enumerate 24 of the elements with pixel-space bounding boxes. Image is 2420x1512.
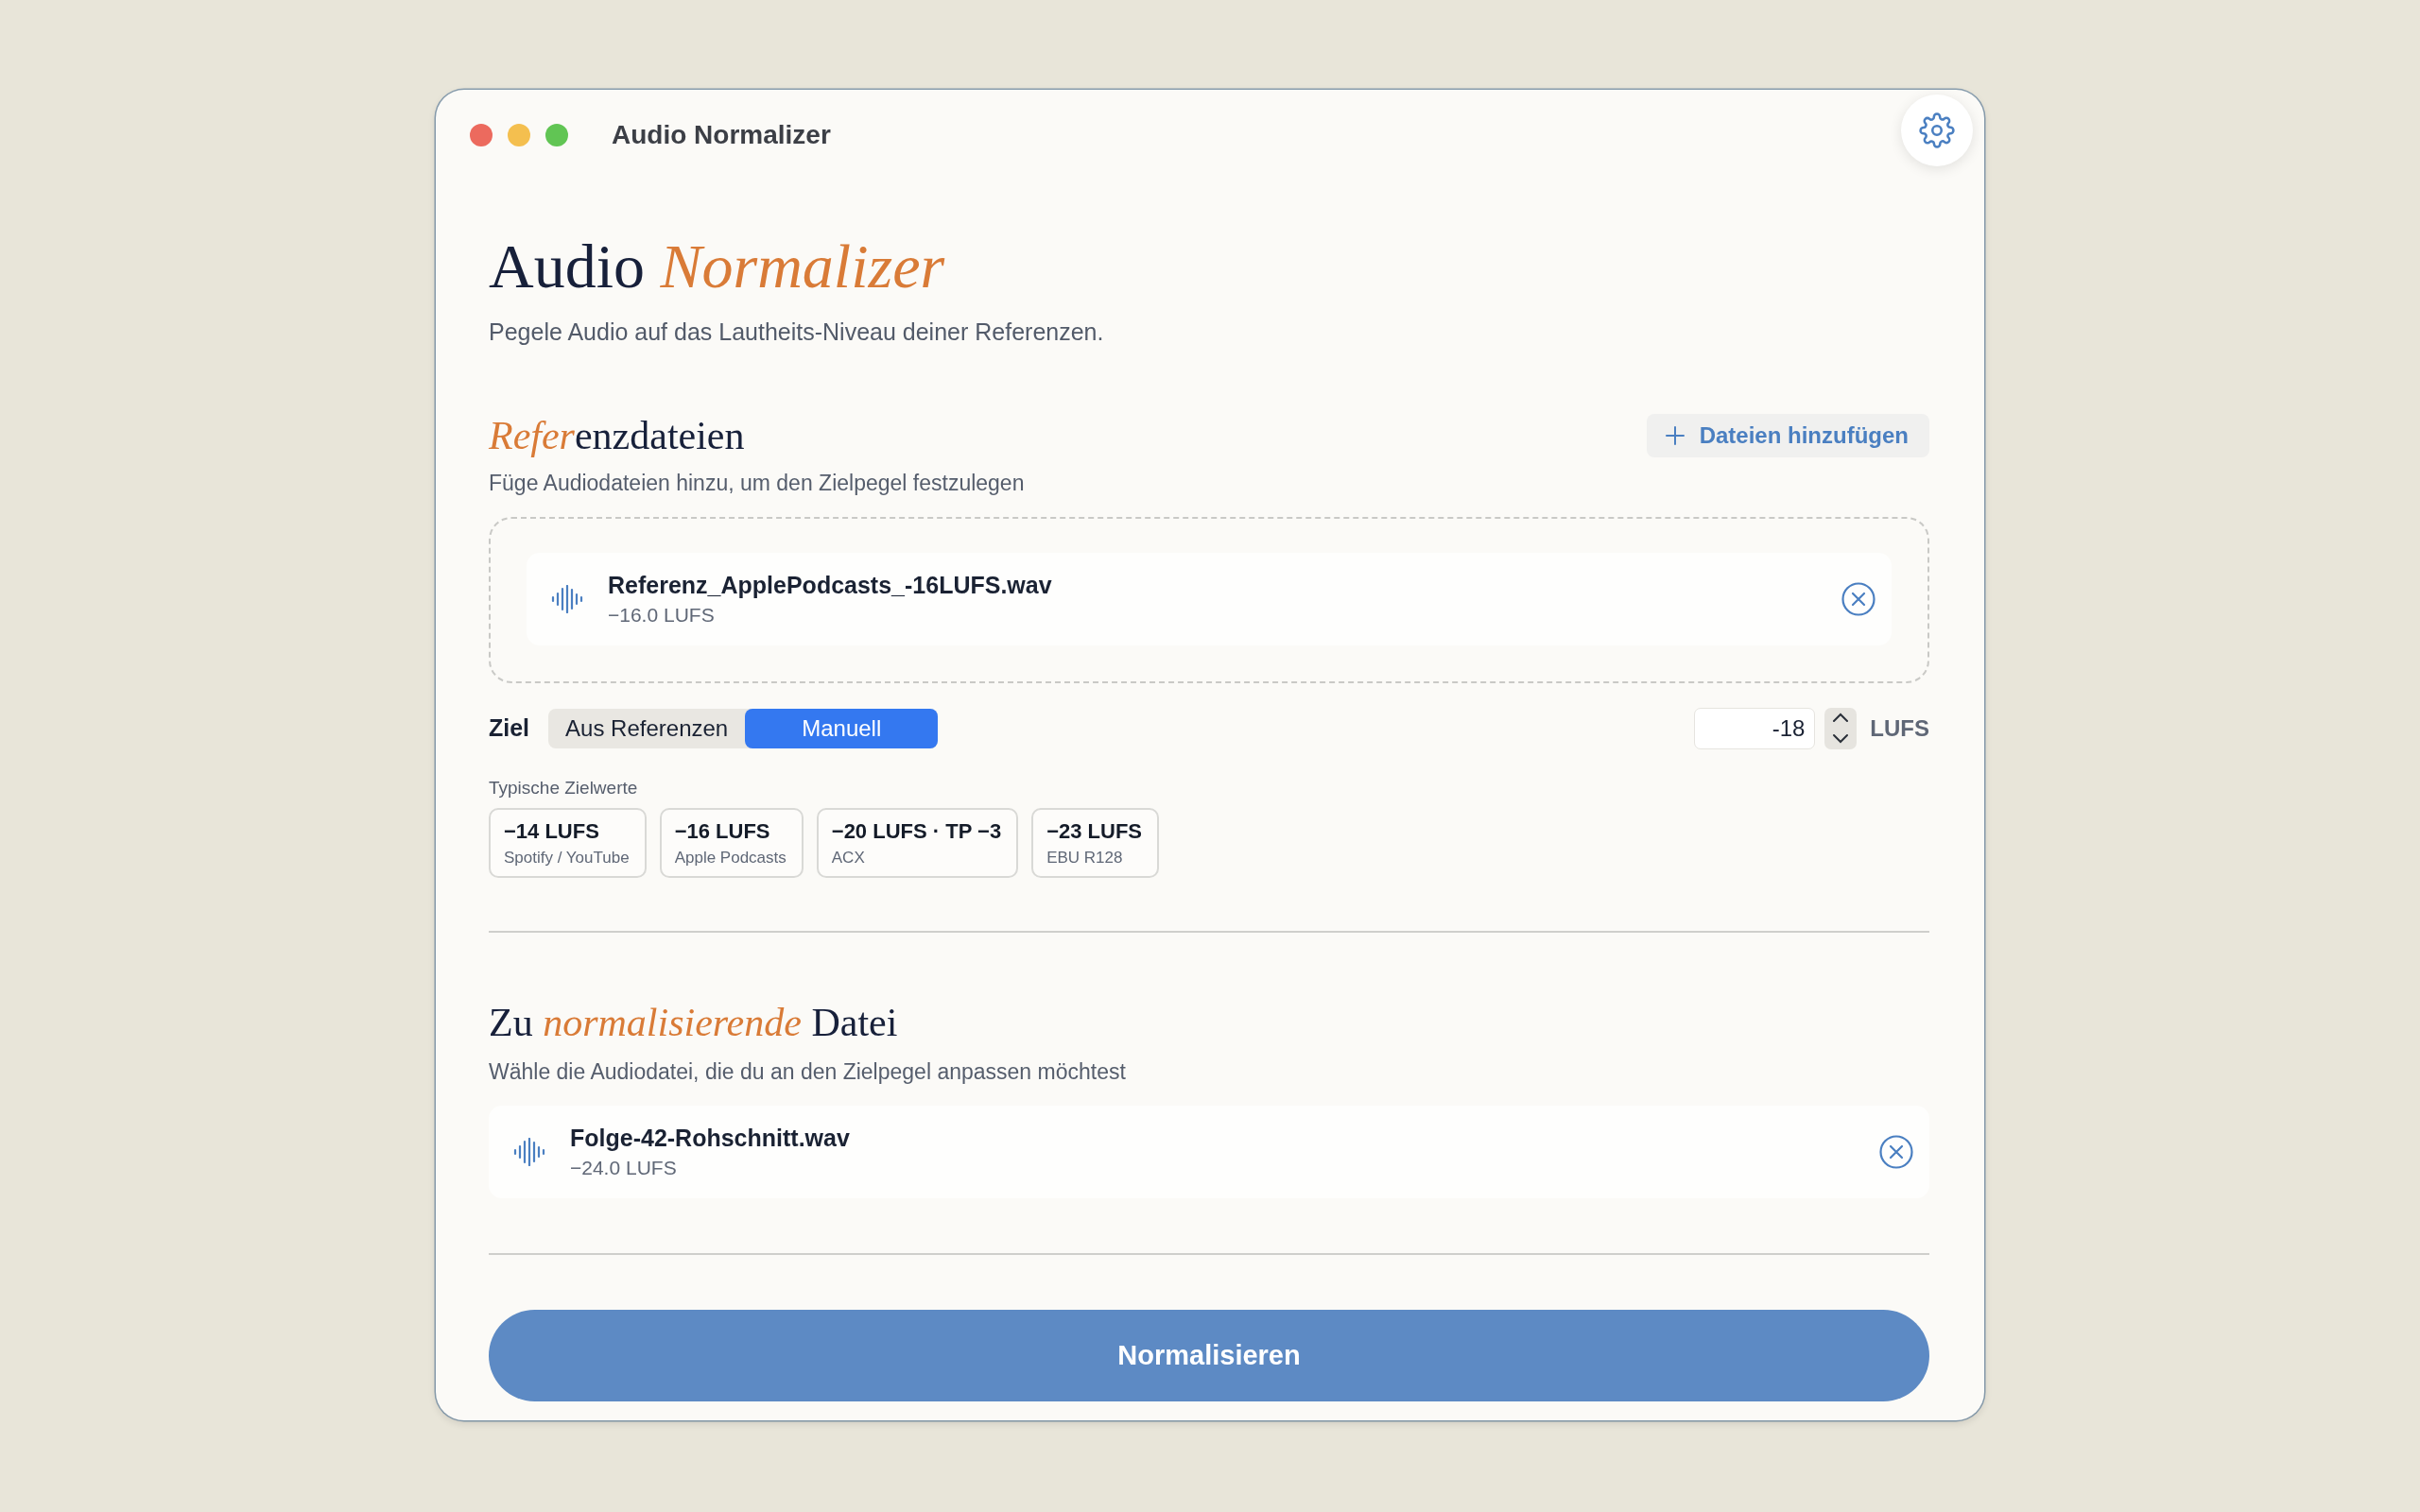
preset-chip[interactable]: −16 LUFS Apple Podcasts: [659, 807, 804, 878]
section-description: Füge Audiodateien hinzu, um den Zielpegel festzulegen: [489, 470, 1025, 496]
mode-tab[interactable]: Manuell: [745, 708, 939, 748]
loudness-value: −24.0 LUFS: [570, 1156, 678, 1179]
preset-chip[interactable]: −23 LUFS EBU R128: [1031, 807, 1159, 878]
section-heading: Referenzdateien: [489, 413, 745, 457]
file-name: Referenz_ApplePodcasts_-16LUFS.wav: [608, 571, 1053, 599]
target-label: Ziel: [489, 714, 530, 743]
add-files-button[interactable]: Dateien hinzufügen: [1646, 413, 1929, 457]
app-subtitle: Pegele Audio auf das Lautheits-Niveau deiner Referenzen.: [489, 318, 1104, 346]
preset-chip[interactable]: −14 LUFS Spotify / YouTube: [489, 807, 647, 878]
presets-label: Typische Zielwerte: [489, 777, 639, 799]
app-heading: Audio Normalizer: [489, 232, 945, 301]
section-heading: Zu normalisierende Datei: [489, 1000, 899, 1044]
unit-label: LUFS: [1870, 714, 1929, 742]
window-title: Audio Normalizer: [612, 120, 832, 150]
loudness-value: −16.0 LUFS: [608, 603, 716, 627]
drop-zone[interactable]: Referenz_ApplePodcasts_-16LUFS.wav −16.0 LUFS: [489, 516, 1929, 683]
preset-chip[interactable]: −20 LUFS · TP −3 ACX: [816, 807, 1019, 878]
section-description: Wähle die Audiodatei, die du an den Zielpegel anpassen möchtest: [489, 1058, 1126, 1085]
mode-tab[interactable]: Aus Referenzen: [548, 708, 746, 748]
target-input[interactable]: -18: [1694, 707, 1816, 749]
normalize-button[interactable]: Normalisieren: [489, 1309, 1929, 1401]
file-name: Folge-42-Rohschnitt.wav: [570, 1124, 851, 1152]
